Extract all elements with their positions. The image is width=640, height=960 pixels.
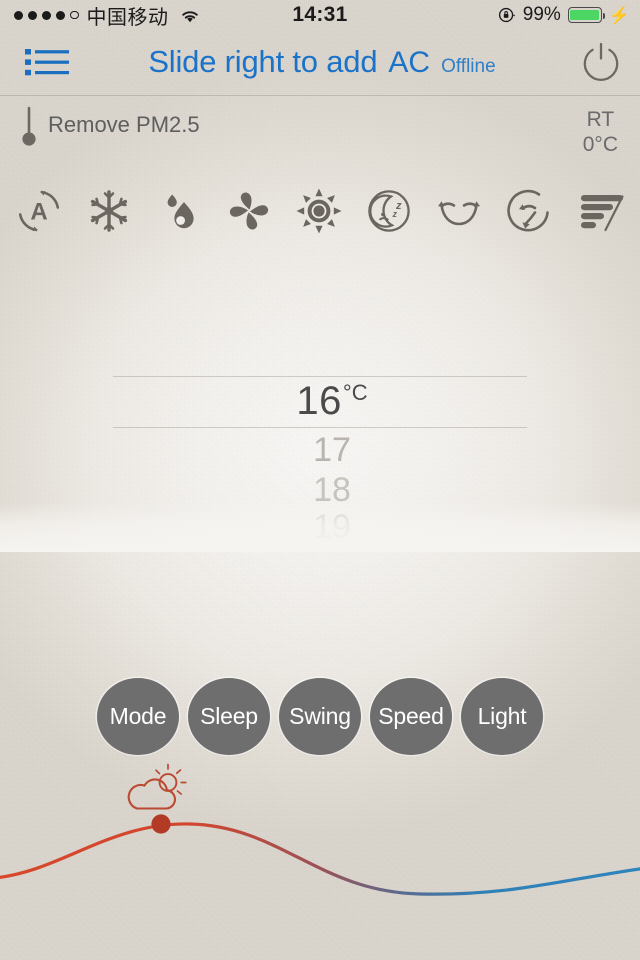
- fan-speed-icon[interactable]: [575, 189, 625, 233]
- thermometer-icon: [22, 106, 36, 146]
- connection-status-label: Offline: [441, 56, 496, 77]
- status-bar-right: 99% ⚡: [498, 4, 640, 26]
- picker-bottom-line: [113, 427, 527, 428]
- swing-mode-icon[interactable]: [435, 187, 483, 235]
- battery-icon: [567, 7, 606, 23]
- battery-percent-label: 99%: [522, 4, 561, 25]
- speed-button[interactable]: Speed: [370, 677, 452, 755]
- curve-marker-dot: [151, 814, 171, 834]
- svg-text:A: A: [30, 199, 47, 226]
- picker-fade-overlay: [0, 502, 640, 552]
- fan-mode-icon[interactable]: [225, 187, 273, 235]
- room-temp-value: 0°C: [582, 132, 618, 156]
- titlebar-divider: [0, 95, 640, 96]
- sleep-button[interactable]: Sleep: [188, 677, 270, 755]
- mode-button[interactable]: Mode: [97, 677, 179, 755]
- page-title: Slide right to add: [148, 44, 378, 79]
- svg-text:z: z: [392, 209, 398, 219]
- circulate-mode-icon[interactable]: [505, 187, 553, 235]
- temperature-trend-curve: [0, 763, 640, 896]
- light-button[interactable]: Light: [461, 677, 543, 755]
- pm-group[interactable]: Remove PM2.5: [18, 104, 200, 148]
- temperature-picker[interactable]: 16°C 17 18 19: [0, 340, 640, 560]
- info-row: Remove PM2.5 RT 0°C: [0, 100, 640, 162]
- status-bar: 中国移动 14:31 99% ⚡: [0, 0, 640, 30]
- swing-button[interactable]: Swing: [279, 677, 361, 755]
- title-bar: Slide right to add AC Offline: [0, 30, 640, 94]
- dry-mode-icon[interactable]: [155, 187, 203, 235]
- sleep-mode-icon[interactable]: z z: [365, 187, 413, 235]
- partly-cloudy-icon: [127, 763, 187, 810]
- picker-unit-label: °C: [342, 380, 368, 405]
- auto-mode-icon[interactable]: A: [15, 187, 63, 235]
- picker-selected-value: 16: [296, 379, 342, 423]
- weather-curve-area: [0, 760, 640, 960]
- picker-option-17[interactable]: 17: [0, 433, 640, 467]
- rotation-lock-icon: [498, 7, 515, 23]
- power-icon[interactable]: [578, 39, 624, 85]
- picker-top-line: [113, 376, 527, 377]
- picker-option-label: 17: [313, 431, 351, 469]
- charging-bolt-icon: ⚡: [608, 5, 630, 25]
- room-temp-label: RT: [586, 108, 615, 131]
- picker-selected-row: 16°C: [0, 381, 640, 421]
- device-name-label: AC: [388, 46, 431, 79]
- cool-mode-icon[interactable]: [85, 187, 133, 235]
- list-menu-icon[interactable]: [24, 44, 72, 80]
- battery-fill: [570, 9, 599, 21]
- title-group: Slide right to add AC Offline: [66, 44, 578, 80]
- control-button-row: Mode Sleep Swing Speed Light: [0, 676, 640, 756]
- phone-screen: 中国移动 14:31 99% ⚡ Slide right to add AC O…: [0, 0, 640, 960]
- heat-mode-icon[interactable]: [295, 187, 343, 235]
- pm-label: Remove PM2.5: [48, 112, 200, 137]
- mode-icon-row: A z z: [0, 182, 640, 240]
- room-temperature-group: RT 0°C: [583, 108, 618, 158]
